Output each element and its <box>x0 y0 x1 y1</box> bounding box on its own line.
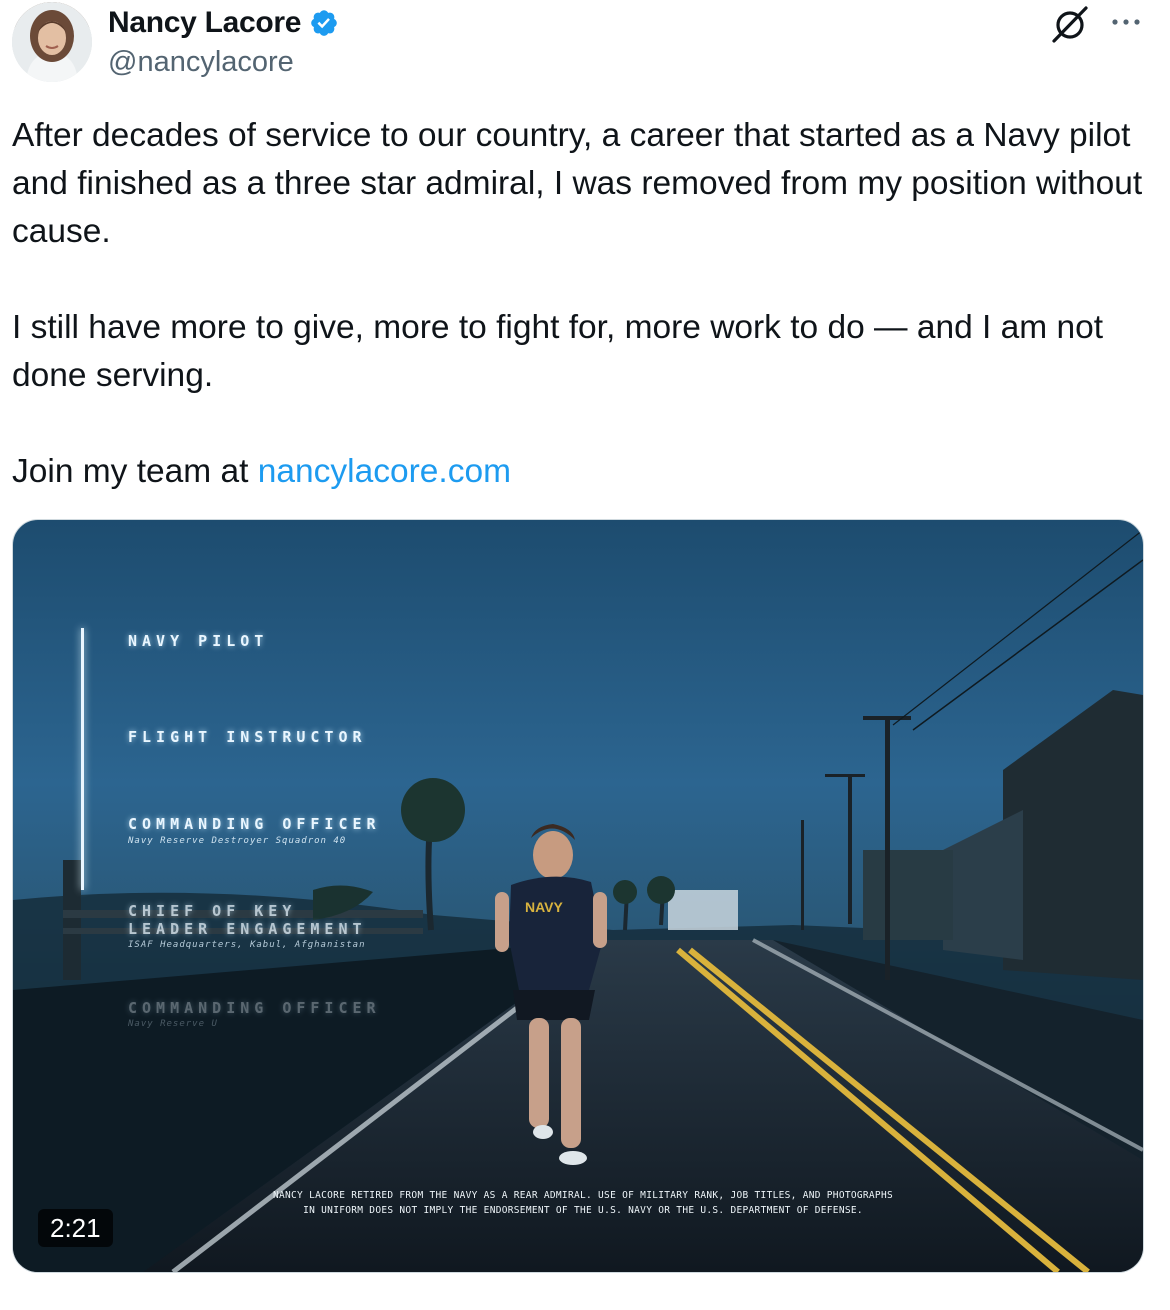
tweet-join-text: Join my team at <box>12 453 258 490</box>
avatar[interactable] <box>12 2 92 82</box>
career-item: CHIEF OF KEY <box>128 902 297 920</box>
verified-badge-icon[interactable] <box>309 8 339 38</box>
career-item: FLIGHT INSTRUCTOR <box>128 728 367 746</box>
tweet-text: After decades of service to our country,… <box>12 112 1162 496</box>
timeline-line <box>81 628 84 890</box>
disclaimer-line: NANCY LACORE RETIRED FROM THE NAVY AS A … <box>272 1190 893 1201</box>
tweet-paragraph: I still have more to give, more to fight… <box>12 309 1104 394</box>
career-item: NAVY PILOT <box>128 632 269 650</box>
video-duration-badge: 2:21 <box>38 1209 113 1247</box>
career-item-sub: ISAF Headquarters, Kabul, Afghanistan <box>128 940 366 950</box>
video-disclaimer: NANCY LACORE RETIRED FROM THE NAVY AS A … <box>263 1188 903 1218</box>
video-player[interactable]: NAVY NAVY PILOT FLIGHT INSTRUCTOR COMMAN… <box>12 519 1144 1273</box>
grok-icon[interactable] <box>1050 4 1090 44</box>
author-name[interactable]: Nancy Lacore <box>108 6 301 40</box>
website-link[interactable]: nancylacore.com <box>258 453 511 490</box>
tweet-paragraph: After decades of service to our country,… <box>12 117 1143 250</box>
career-item: COMMANDING OFFICER <box>128 999 381 1017</box>
author-handle[interactable]: @nancylacore <box>108 46 294 79</box>
more-options-icon[interactable] <box>1108 10 1144 34</box>
tweet-paragraph: Join my team at nancylacore.com <box>12 448 1162 496</box>
disclaimer-line: IN UNIFORM DOES NOT IMPLY THE ENDORSEMEN… <box>303 1205 863 1216</box>
career-item: LEADER ENGAGEMENT <box>128 920 367 938</box>
avatar-photo <box>12 2 92 82</box>
career-item-sub: Navy Reserve Destroyer Squadron 40 <box>128 836 347 846</box>
career-item: COMMANDING OFFICER <box>128 815 381 833</box>
career-item-sub: Navy Reserve U <box>128 1019 218 1029</box>
shirt-text: NAVY <box>525 899 564 915</box>
